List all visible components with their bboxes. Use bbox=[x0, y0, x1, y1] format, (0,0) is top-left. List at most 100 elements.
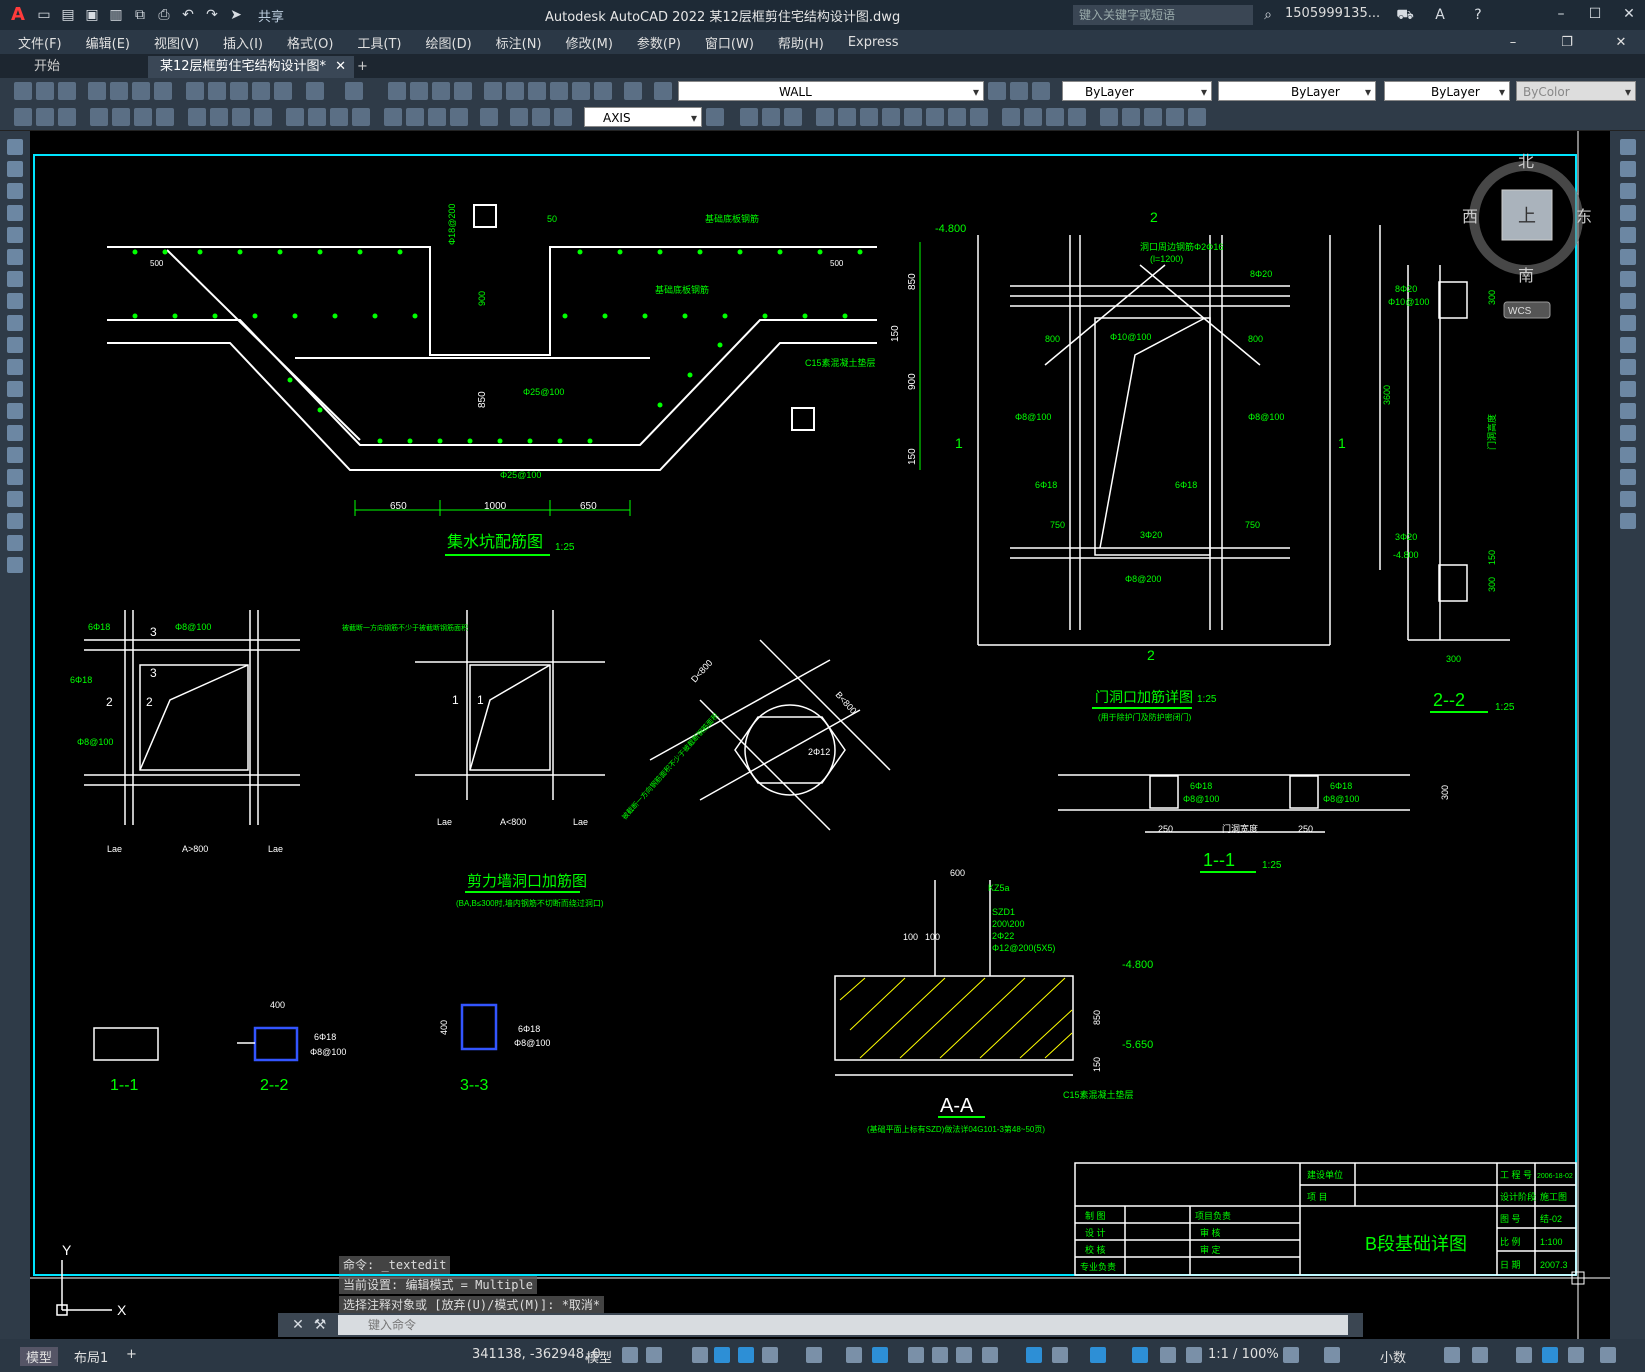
3dosnap-icon[interactable] bbox=[982, 1347, 998, 1363]
rotate-icon[interactable] bbox=[816, 108, 834, 126]
dim-edit-icon[interactable] bbox=[428, 108, 446, 126]
close-cmd-icon[interactable]: ✕ bbox=[288, 1315, 308, 1335]
command-input[interactable]: 键入命令 bbox=[338, 1315, 1348, 1335]
workspace-gear-icon[interactable] bbox=[1283, 1347, 1299, 1363]
toolpalette-icon[interactable] bbox=[528, 82, 546, 100]
search-icon[interactable]: ⌕ bbox=[1258, 5, 1278, 25]
arc-icon[interactable] bbox=[7, 249, 23, 265]
group-icon[interactable] bbox=[1188, 108, 1206, 126]
splinedit-icon[interactable] bbox=[1144, 108, 1162, 126]
drawing-canvas[interactable]: 500 500 基础底板钢筋 基础底板钢筋 Φ25@100 Φ25@100 C1… bbox=[30, 131, 1610, 1339]
annotation-monitor-icon[interactable] bbox=[1324, 1347, 1340, 1363]
center-mark-icon[interactable] bbox=[352, 108, 370, 126]
hardware-accel-icon[interactable] bbox=[1542, 1347, 1558, 1363]
fillet-side-icon[interactable] bbox=[1620, 469, 1636, 485]
menu-parametric[interactable]: 参数(P) bbox=[637, 33, 681, 52]
quick-dim-icon[interactable] bbox=[210, 108, 228, 126]
trim-side-icon[interactable] bbox=[1620, 337, 1636, 353]
3dprint-icon[interactable] bbox=[154, 82, 172, 100]
ellipse-arc-icon[interactable] bbox=[7, 359, 23, 375]
paste-icon[interactable] bbox=[230, 82, 248, 100]
dim-text-edit-icon[interactable] bbox=[450, 108, 468, 126]
menu-modify[interactable]: 修改(M) bbox=[566, 33, 613, 52]
menu-file[interactable]: 文件(F) bbox=[18, 33, 62, 52]
qnew-icon[interactable] bbox=[14, 82, 32, 100]
annotation-scale-value[interactable]: 1:1 / 100% bbox=[1208, 1347, 1279, 1362]
calculator-icon[interactable] bbox=[594, 82, 612, 100]
erase-side-icon[interactable] bbox=[1620, 139, 1636, 155]
copy-obj-icon[interactable] bbox=[762, 108, 780, 126]
minimize-icon[interactable]: – bbox=[1551, 4, 1571, 24]
selection-filter-icon[interactable] bbox=[1052, 1347, 1068, 1363]
new-icon[interactable]: ▭ bbox=[34, 5, 54, 25]
fillet-icon[interactable] bbox=[926, 108, 944, 126]
undo-icon[interactable]: ↶ bbox=[178, 5, 198, 25]
array-icon[interactable] bbox=[970, 108, 988, 126]
share-icon[interactable]: ➤ bbox=[226, 5, 246, 25]
pedit-icon[interactable] bbox=[1122, 108, 1140, 126]
scale-icon[interactable] bbox=[860, 108, 878, 126]
grid-icon[interactable] bbox=[622, 1347, 638, 1363]
menu-dimension[interactable]: 标注(N) bbox=[496, 33, 542, 52]
print-icon[interactable] bbox=[88, 82, 106, 100]
line-icon[interactable] bbox=[7, 139, 23, 155]
revcloud-icon[interactable] bbox=[7, 293, 23, 309]
viewcube-top[interactable]: 上 bbox=[1518, 206, 1536, 226]
dim-style-icon[interactable] bbox=[510, 108, 528, 126]
viewcube-west[interactable]: 西 bbox=[1462, 209, 1478, 226]
make-current-icon[interactable] bbox=[988, 82, 1006, 100]
properties-icon[interactable] bbox=[484, 82, 502, 100]
search-input[interactable]: 键入关键字或短语 bbox=[1073, 5, 1253, 25]
preview-icon[interactable] bbox=[110, 82, 128, 100]
designcenter-icon[interactable] bbox=[506, 82, 524, 100]
dynamic-ucs-icon[interactable] bbox=[1026, 1347, 1042, 1363]
annotation-visibility-icon[interactable] bbox=[1132, 1347, 1148, 1363]
zoom-window-icon[interactable] bbox=[432, 82, 450, 100]
undo-tool-icon[interactable] bbox=[306, 82, 324, 100]
matchprop-icon[interactable] bbox=[252, 82, 270, 100]
gizmo-icon[interactable] bbox=[1090, 1347, 1106, 1363]
isodraft-icon[interactable] bbox=[806, 1347, 822, 1363]
new-tab-button[interactable]: + bbox=[345, 56, 380, 78]
tolerance-icon[interactable] bbox=[330, 108, 348, 126]
spline-icon[interactable] bbox=[7, 315, 23, 331]
tab-drawing[interactable]: 某12层框剪住宅结构设计图* ✕ bbox=[148, 56, 354, 78]
extend-icon[interactable] bbox=[904, 108, 922, 126]
copy-icon[interactable] bbox=[208, 82, 226, 100]
zoom-previous-icon[interactable] bbox=[454, 82, 472, 100]
break-point-icon[interactable] bbox=[1620, 381, 1636, 397]
blend-icon[interactable] bbox=[1620, 491, 1636, 507]
annotation-scale-icon[interactable] bbox=[1186, 1347, 1202, 1363]
dim-space-icon[interactable] bbox=[286, 108, 304, 126]
clean-screen-icon[interactable] bbox=[1568, 1347, 1584, 1363]
customize-cmd-icon[interactable]: ⚒ bbox=[310, 1315, 330, 1335]
trim-icon[interactable] bbox=[882, 108, 900, 126]
extend-side-icon[interactable] bbox=[1620, 359, 1636, 375]
point-icon[interactable] bbox=[7, 425, 23, 441]
dim-radius-icon[interactable] bbox=[112, 108, 130, 126]
break-icon[interactable] bbox=[1100, 108, 1118, 126]
ortho-icon[interactable] bbox=[738, 1347, 754, 1363]
scale-side-icon[interactable] bbox=[1620, 293, 1636, 309]
polygon-icon[interactable] bbox=[7, 205, 23, 221]
quick-properties-icon[interactable] bbox=[1444, 1347, 1460, 1363]
viewcube-east[interactable]: 东 bbox=[1576, 208, 1592, 226]
polyline-icon[interactable] bbox=[7, 183, 23, 199]
open-file-icon[interactable] bbox=[36, 82, 54, 100]
doc-close-icon[interactable]: ✕ bbox=[1611, 33, 1631, 53]
move-icon[interactable] bbox=[740, 108, 758, 126]
autodesk-icon[interactable]: A bbox=[1430, 5, 1450, 25]
ellipse-icon[interactable] bbox=[7, 337, 23, 353]
publish-icon[interactable] bbox=[132, 82, 150, 100]
selection-cycling-icon[interactable] bbox=[956, 1347, 972, 1363]
offset-icon[interactable] bbox=[1024, 108, 1042, 126]
sheetset-icon[interactable] bbox=[550, 82, 568, 100]
array-side-icon[interactable] bbox=[1620, 227, 1636, 243]
coordinates-readout[interactable]: 341138, -362948, 0 bbox=[472, 1347, 601, 1362]
gradient-icon[interactable] bbox=[7, 469, 23, 485]
block-editor-icon[interactable] bbox=[274, 82, 292, 100]
menu-edit[interactable]: 编辑(E) bbox=[86, 33, 130, 52]
hatch-icon[interactable] bbox=[7, 447, 23, 463]
menu-draw[interactable]: 绘图(D) bbox=[426, 33, 472, 52]
model-space-button[interactable]: 模型 bbox=[586, 1347, 612, 1366]
